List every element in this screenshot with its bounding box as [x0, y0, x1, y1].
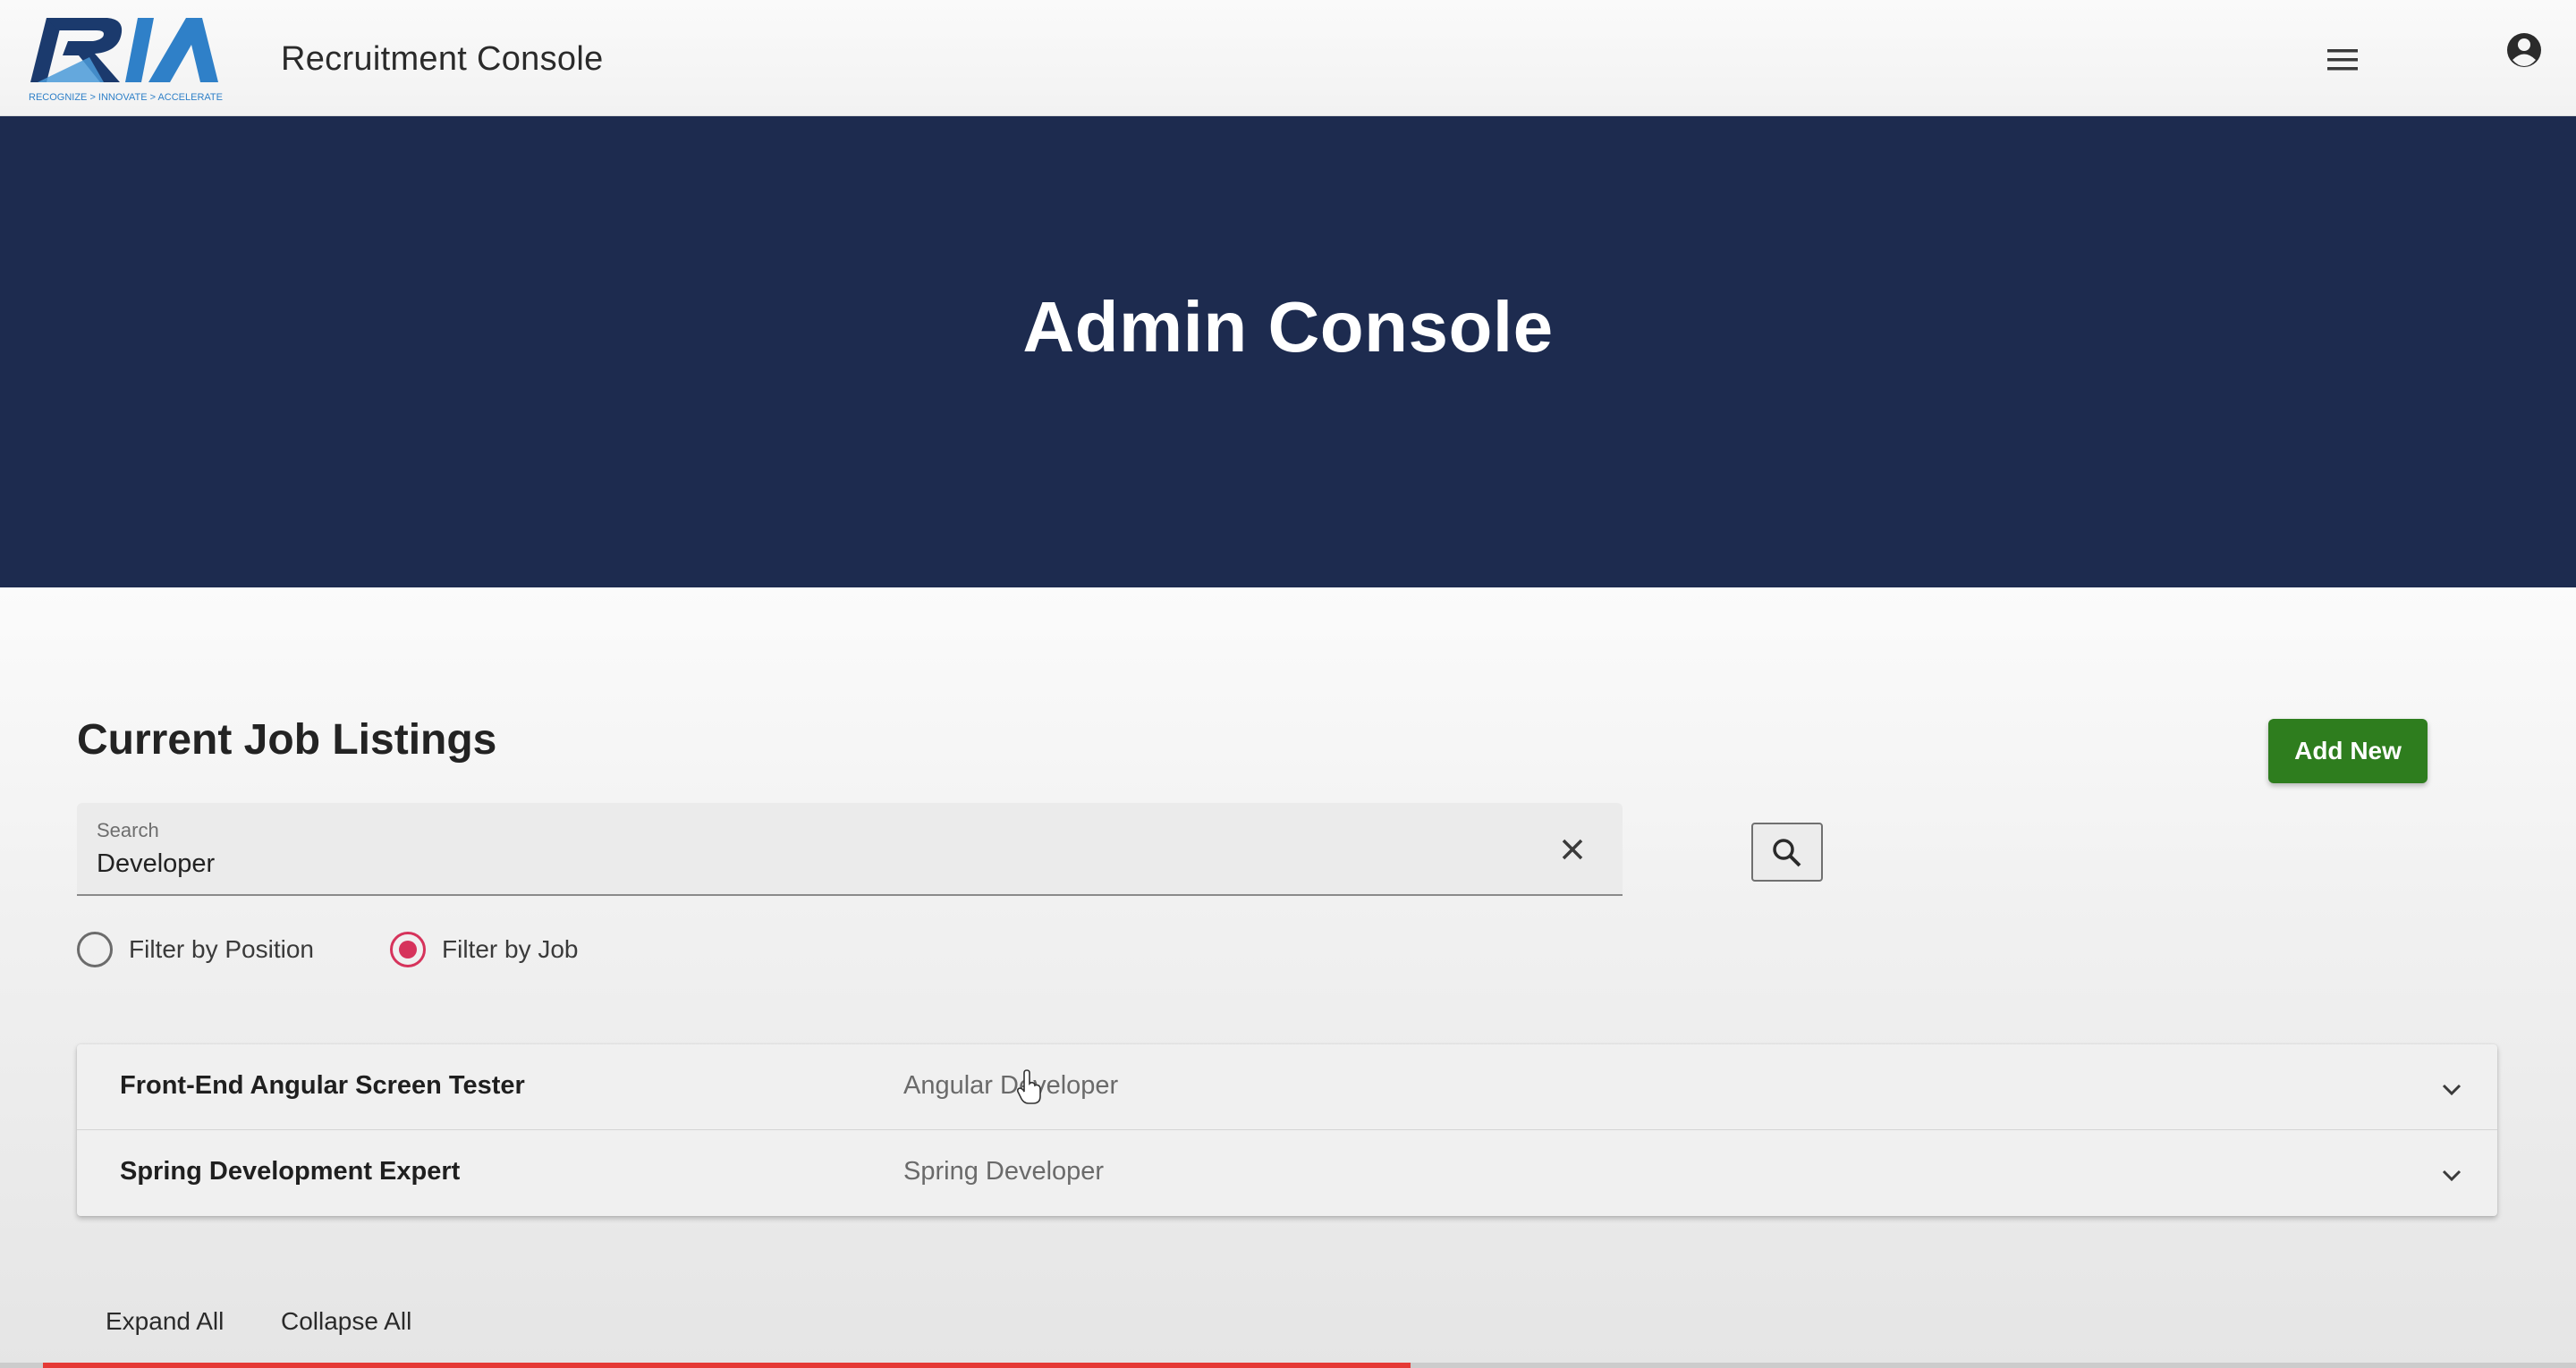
filter-by-job-label: Filter by Job [442, 935, 579, 963]
search-label: Search [97, 819, 159, 841]
app-header: RECOGNIZE > INNOVATE > ACCELERATE Recrui… [0, 0, 2576, 116]
job-position-title: Front-End Angular Screen Tester [120, 1071, 525, 1100]
video-progress-fill [43, 1363, 1411, 1368]
video-progress-bar[interactable] [0, 1363, 2576, 1368]
job-listings-accordion: Front-End Angular Screen Tester Angular … [77, 1044, 2497, 1216]
chevron-down-icon[interactable] [2438, 1077, 2465, 1103]
svg-text:RECOGNIZE > INNOVATE > ACCELER: RECOGNIZE > INNOVATE > ACCELERATE [29, 92, 223, 103]
filter-by-job-option[interactable]: Filter by Job [390, 930, 579, 969]
search-field[interactable]: Search [77, 803, 1623, 896]
radio-button-unchecked-icon[interactable] [77, 932, 113, 967]
main-content [0, 587, 2576, 1368]
job-listing-row[interactable]: Spring Development Expert Spring Develop… [77, 1130, 2497, 1216]
filter-by-position-label: Filter by Position [129, 935, 314, 963]
section-title: Current Job Listings [77, 716, 497, 764]
add-new-button[interactable]: Add New [2268, 719, 2428, 783]
job-type-label: Spring Developer [903, 1157, 1105, 1186]
app-title: Recruitment Console [281, 40, 604, 78]
job-type-label: Angular Developer [903, 1071, 1119, 1100]
job-position-title: Spring Development Expert [120, 1157, 461, 1186]
ria-logo-mark: RECOGNIZE > INNOVATE > ACCELERATE [29, 18, 223, 103]
search-icon [1773, 839, 1801, 867]
search-submit-button[interactable] [1751, 823, 1823, 882]
page-title: Admin Console [1022, 287, 1554, 367]
hamburger-menu-icon [2327, 49, 2358, 71]
hero-banner: Admin Console [0, 116, 2576, 587]
expand-all-button[interactable]: Expand All [106, 1307, 224, 1336]
account-button[interactable] [2503, 29, 2546, 72]
collapse-all-button[interactable]: Collapse All [281, 1307, 411, 1336]
filter-by-position-option[interactable]: Filter by Position [77, 930, 314, 969]
hamburger-menu-button[interactable] [2320, 38, 2365, 82]
close-icon [1562, 839, 1583, 860]
ria-logo[interactable]: RECOGNIZE > INNOVATE > ACCELERATE [27, 9, 233, 106]
radio-button-checked-icon[interactable] [390, 932, 426, 967]
chevron-down-icon[interactable] [2438, 1162, 2465, 1189]
account-circle-icon [2507, 33, 2541, 67]
clear-search-button[interactable] [1555, 832, 1590, 867]
job-listing-row[interactable]: Front-End Angular Screen Tester Angular … [77, 1044, 2497, 1130]
search-input[interactable] [95, 846, 1526, 882]
